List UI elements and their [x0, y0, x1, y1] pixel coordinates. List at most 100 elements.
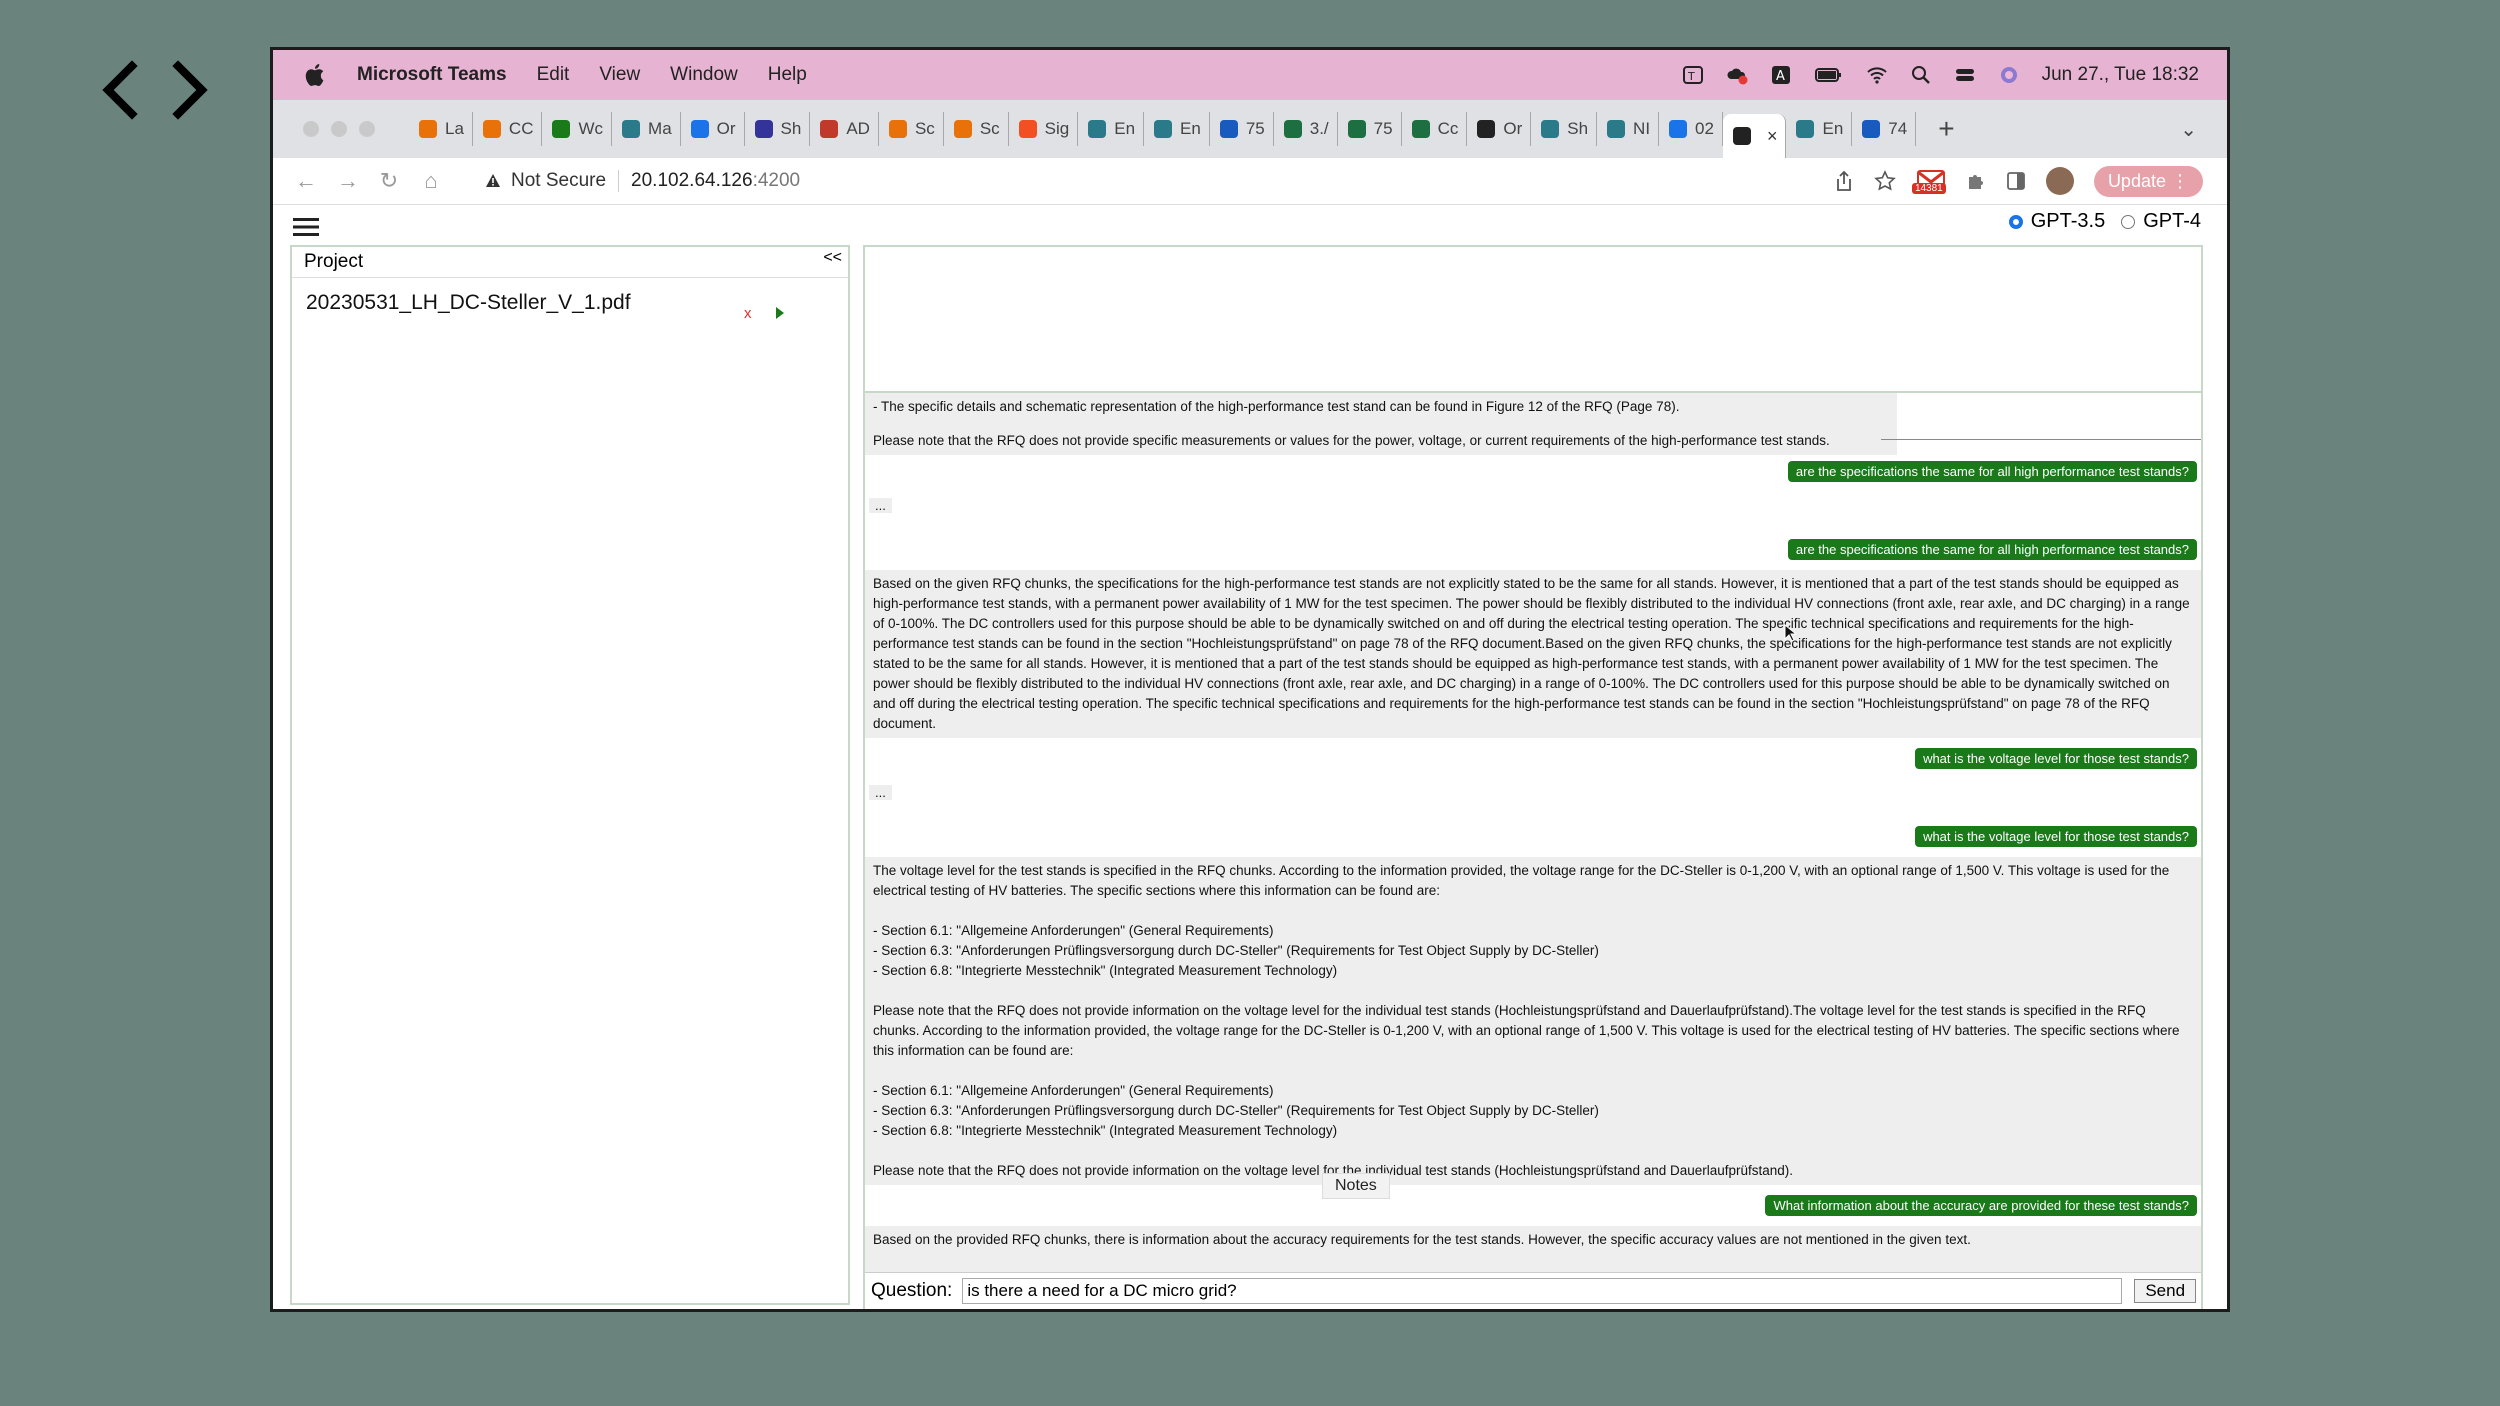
browser-tab[interactable]: Cc: [1402, 112, 1468, 146]
url-port: :4200: [752, 170, 801, 191]
project-header: Project <<: [292, 247, 848, 278]
tab-favicon-icon: [552, 120, 571, 138]
side-panel-icon[interactable]: [2006, 171, 2026, 191]
tab-label: NI: [1633, 119, 1651, 138]
user-question-row: What information about the accuracy are …: [865, 1195, 2201, 1216]
model-option-gpt4[interactable]: GPT-4: [2121, 210, 2201, 233]
tab-favicon-icon: [1607, 120, 1626, 138]
browser-tab[interactable]: Sh: [745, 112, 811, 146]
browser-tab[interactable]: La: [409, 112, 473, 146]
font-a-icon[interactable]: A: [1770, 64, 1792, 86]
new-tab-button[interactable]: +: [1938, 113, 1954, 145]
back-button[interactable]: ←: [295, 168, 317, 194]
browser-tab[interactable]: Sh: [1531, 112, 1598, 146]
user-question: What information about the accuracy are …: [1765, 1195, 2197, 1216]
home-button[interactable]: ⌂: [421, 168, 441, 194]
project-file-item[interactable]: 20230531_LH_DC-Steller_V_1.pdf x: [292, 278, 848, 328]
wifi-icon[interactable]: [1866, 64, 1888, 86]
svg-text:A: A: [1776, 69, 1785, 84]
window-controls[interactable]: [303, 121, 375, 137]
browser-tab[interactable]: 3./: [1274, 112, 1338, 146]
browser-tab[interactable]: Or: [681, 112, 745, 146]
tabs-list: La CC Wc Ma Or Sh AD Sc Sc Sig En En 75 3./ 75 Cc Or Sh NI…: [409, 100, 1917, 158]
question-label: Question:: [871, 1280, 953, 1301]
tab-favicon-icon: [1347, 120, 1366, 138]
browser-tab[interactable]: En: [1078, 112, 1145, 146]
tab-label: Wc: [578, 119, 604, 138]
update-button[interactable]: Update ⋮: [2093, 165, 2203, 197]
browser-tab[interactable]: Sc: [944, 112, 1009, 146]
minimize-window-button[interactable]: [331, 121, 347, 137]
menu-edit[interactable]: Edit: [537, 64, 570, 86]
browser-tab[interactable]: En: [1786, 112, 1853, 146]
browser-tab[interactable]: 74: [1852, 112, 1917, 146]
gpt4-radio[interactable]: [2121, 214, 2136, 229]
tab-favicon-icon: [1732, 127, 1751, 145]
security-indicator[interactable]: Not Secure: [485, 170, 606, 192]
browser-tab[interactable]: En: [1144, 112, 1210, 146]
browser-tab[interactable]: CC: [473, 112, 543, 146]
url-field[interactable]: 20.102.64.126:4200: [631, 170, 800, 192]
model-option-gpt35[interactable]: GPT-3.5: [2008, 210, 2106, 233]
forward-button[interactable]: →: [337, 168, 359, 194]
browser-tab[interactable]: 75: [1338, 112, 1402, 146]
user-question-row: are the specifications the same for all …: [865, 539, 2201, 560]
user-question: what is the voltage level for those test…: [1915, 748, 2197, 769]
browser-tab[interactable]: Wc: [542, 112, 613, 146]
browser-tab[interactable]: AD: [810, 112, 879, 146]
chat-panel: - The specific details and schematic rep…: [863, 245, 2203, 1309]
menu-window[interactable]: Window: [670, 64, 738, 86]
tab-search-chevron-icon[interactable]: ⌄: [2180, 117, 2197, 142]
answer-message: Please note that the RFQ does not provid…: [865, 421, 1897, 455]
battery-icon[interactable]: [1814, 64, 1844, 86]
browser-tab[interactable]: ×: [1722, 114, 1787, 158]
code-brackets-logo: [102, 60, 208, 120]
extensions-puzzle-icon[interactable]: [1966, 171, 1986, 191]
question-input[interactable]: [962, 1278, 2123, 1304]
menu-help[interactable]: Help: [768, 64, 807, 86]
menubar-datetime[interactable]: Jun 27., Tue 18:32: [2042, 64, 2199, 86]
gmail-extension-icon[interactable]: 14381: [1911, 169, 1946, 194]
bookmark-star-icon[interactable]: [1874, 170, 1896, 192]
tab-label: 02: [1695, 119, 1714, 138]
tab-label: En: [1180, 119, 1201, 138]
browser-tab[interactable]: Sc: [879, 112, 944, 146]
teams-status-icon[interactable]: T: [1682, 64, 1704, 86]
maximize-window-button[interactable]: [359, 121, 375, 137]
share-icon[interactable]: [1834, 170, 1854, 192]
search-icon[interactable]: [1910, 64, 1932, 86]
update-label: Update: [2107, 170, 2166, 191]
tab-favicon-icon: [1411, 120, 1430, 138]
browser-tab-bar: La CC Wc Ma Or Sh AD Sc Sc Sig En En 75 3./ 75 Cc Or Sh NI…: [273, 100, 2227, 158]
close-tab-icon[interactable]: ×: [1767, 126, 1778, 147]
browser-tab[interactable]: Ma: [612, 112, 681, 146]
hamburger-menu-icon[interactable]: [293, 217, 319, 237]
notes-tooltip[interactable]: Notes: [1322, 1173, 1390, 1199]
cloud-alert-icon[interactable]: [1726, 64, 1748, 86]
browser-tab[interactable]: 02: [1659, 112, 1723, 146]
browser-tab[interactable]: 75: [1210, 112, 1274, 146]
gpt35-radio[interactable]: [2008, 214, 2023, 229]
browser-tab[interactable]: Sig: [1009, 112, 1079, 146]
browser-tab[interactable]: Or: [1467, 112, 1532, 146]
tab-favicon-icon: [1219, 120, 1238, 138]
send-button[interactable]: Send: [2134, 1279, 2197, 1303]
menu-view[interactable]: View: [599, 64, 640, 86]
profile-avatar[interactable]: [2045, 167, 2074, 195]
gpt35-label: GPT-3.5: [2030, 210, 2106, 232]
tab-favicon-icon: [1796, 120, 1815, 138]
menubar-app-name[interactable]: Microsoft Teams: [357, 64, 507, 86]
control-center-icon[interactable]: [1954, 64, 1976, 86]
close-window-button[interactable]: [303, 121, 319, 137]
collapse-panel-button[interactable]: <<: [823, 249, 842, 267]
apple-icon[interactable]: [303, 62, 329, 88]
browser-tab[interactable]: NI: [1597, 112, 1660, 146]
delete-file-button[interactable]: x: [744, 305, 752, 322]
siri-icon[interactable]: [1998, 64, 2020, 86]
reload-button[interactable]: ↻: [379, 168, 399, 194]
tab-label: Sc: [979, 119, 1000, 138]
file-name[interactable]: 20230531_LH_DC-Steller_V_1.pdf: [306, 291, 631, 315]
open-file-play-icon[interactable]: [776, 307, 784, 319]
tab-favicon-icon: [1088, 120, 1107, 138]
tab-favicon-icon: [419, 120, 437, 138]
